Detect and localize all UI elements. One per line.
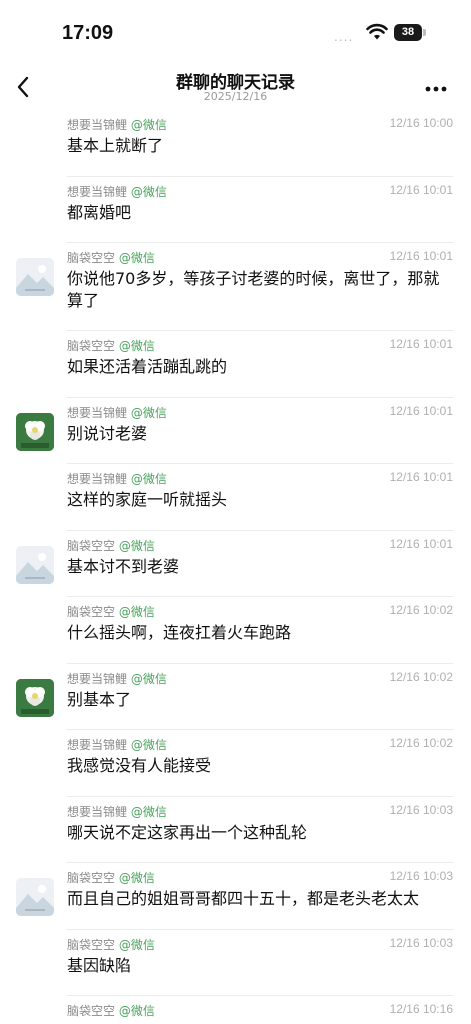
message-text: 别基本了 xyxy=(67,689,132,709)
signal-icon: .... xyxy=(334,30,354,44)
sender-nickname: 想要当锦鲤 xyxy=(67,184,128,199)
message-time: 12/16 10:01 xyxy=(389,249,453,263)
sender-name: 想要当锦鲤 @微信 xyxy=(67,736,167,753)
sender-name: 脑袋空空 @微信 xyxy=(67,337,155,354)
message-text: 你说他70多岁，等孩子讨老婆的时候，离世了，那就算了 xyxy=(67,269,440,310)
sender-source: @微信 xyxy=(118,871,155,885)
sender-nickname: 脑袋空空 xyxy=(67,605,116,619)
message-text: 别说讨老婆 xyxy=(67,423,148,443)
sender-nickname: 想要当锦鲤 xyxy=(67,738,128,752)
sender-nickname: 脑袋空空 xyxy=(67,538,116,553)
message-item[interactable]: 想要当锦鲤 @微信 12/16 10:03 哪天说不定这家再出一个这种乱轮 xyxy=(0,797,471,863)
sender-nickname: 想要当锦鲤 xyxy=(67,671,128,686)
sender-source: @微信 xyxy=(130,738,167,752)
avatar-landscape-icon[interactable] xyxy=(16,878,54,916)
message-time: 12/16 10:01 xyxy=(389,403,453,418)
sender-source: @微信 xyxy=(118,1004,155,1018)
message-item[interactable]: 脑袋空空 @微信 12/16 10:01 你说他70多岁，等孩子讨老婆的时候，离世了… xyxy=(0,243,471,331)
message-text: 哪天说不定这家再出一个这种乱轮 xyxy=(67,822,308,842)
avatar-landscape-icon[interactable] xyxy=(16,545,54,584)
message-time: 12/16 10:02 xyxy=(389,603,453,617)
sender-nickname: 脑袋空空 xyxy=(67,1004,116,1018)
sender-name: 脑袋空空 @微信 xyxy=(67,936,155,953)
wifi-icon xyxy=(366,23,388,40)
message-item[interactable]: 想要当锦鲤 @微信 12/16 10:01 别说讨老婆 xyxy=(0,398,471,464)
sender-source: @微信 xyxy=(130,118,167,132)
message-time: 12/16 10:01 xyxy=(389,470,453,484)
message-item[interactable]: 脑袋空空 @微信 12/16 10:16 xyxy=(0,996,471,1024)
battery-level: 38 xyxy=(394,24,422,41)
sender-source: @微信 xyxy=(118,605,155,619)
message-time: 12/16 10:03 xyxy=(389,869,453,883)
sender-source: @微信 xyxy=(130,405,167,420)
message-time: 12/16 10:03 xyxy=(389,935,453,950)
more-icon[interactable] xyxy=(422,72,450,102)
avatar-landscape-icon[interactable] xyxy=(16,258,54,296)
sender-nickname: 脑袋空空 xyxy=(67,339,116,353)
avatar-flower-icon[interactable] xyxy=(16,678,54,717)
message-text: 都离婚吧 xyxy=(67,202,132,222)
message-item[interactable]: 脑袋空空 @微信 12/16 10:03 基因缺陷 xyxy=(0,930,471,996)
message-time: 12/16 10:01 xyxy=(389,536,453,551)
message-item[interactable]: 想要当锦鲤 @微信 12/16 10:02 我感觉没有人能接受 xyxy=(0,730,471,797)
message-item[interactable]: 想要当锦鲤 @微信 12/16 10:01 这样的家庭一听就摇头 xyxy=(0,464,471,531)
battery-icon: 38 xyxy=(394,24,428,41)
message-text: 基本上就断了 xyxy=(67,136,164,155)
sender-name: 脑袋空空 @微信 xyxy=(67,869,155,886)
message-time: 12/16 10:01 xyxy=(389,182,453,197)
sender-source: @微信 xyxy=(118,937,155,952)
message-item[interactable]: 想要当锦鲤 @微信 12/16 10:00 基本上就断了 xyxy=(0,110,471,177)
sender-name: 想要当锦鲤 @微信 xyxy=(67,183,167,200)
message-item[interactable]: 脑袋空空 @微信 12/16 10:02 什么摇头啊，连夜扛着火车跑路 xyxy=(0,597,471,664)
message-time: 12/16 10:00 xyxy=(389,116,453,130)
message-text: 这样的家庭一听就摇头 xyxy=(67,490,228,509)
sender-name: 脑袋空空 @微信 xyxy=(67,537,155,554)
sender-source: @微信 xyxy=(118,251,155,265)
message-text: 基本讨不到老婆 xyxy=(67,556,180,576)
sender-name: 脑袋空空 @微信 xyxy=(67,1002,155,1019)
status-time: 17:09 xyxy=(62,22,114,44)
sender-source: @微信 xyxy=(130,804,167,819)
sender-source: @微信 xyxy=(118,538,155,553)
message-text: 什么摇头啊，连夜扛着火车跑路 xyxy=(67,623,292,642)
message-item[interactable]: 想要当锦鲤 @微信 12/16 10:01 都离婚吧 xyxy=(0,177,471,243)
message-item[interactable]: 脑袋空空 @微信 12/16 10:03 而且自己的姐姐哥哥都四十五十，都是老头老太… xyxy=(0,863,471,930)
sender-nickname: 想要当锦鲤 xyxy=(67,118,128,132)
sender-nickname: 脑袋空空 xyxy=(67,251,116,265)
message-text: 基因缺陷 xyxy=(67,955,132,975)
message-time: 12/16 10:02 xyxy=(389,669,453,684)
message-item[interactable]: 脑袋空空 @微信 12/16 10:01 如果还活着活蹦乱跳的 xyxy=(0,331,471,398)
message-time: 12/16 10:03 xyxy=(389,802,453,817)
nav-bar: 群聊的聊天记录 2025/12/16 xyxy=(0,66,471,110)
message-text: 而且自己的姐姐哥哥都四十五十，都是老头老太太 xyxy=(67,889,420,908)
sender-name: 脑袋空空 @微信 xyxy=(67,603,155,620)
status-bar: 17:09 .... 38 xyxy=(0,0,471,66)
message-list[interactable]: 想要当锦鲤 @微信 12/16 10:00 基本上就断了 想要当锦鲤 @微信 12/16… xyxy=(0,110,471,1024)
sender-nickname: 想要当锦鲤 xyxy=(67,472,128,486)
sender-nickname: 脑袋空空 xyxy=(67,871,116,885)
page-subtitle: 2025/12/16 xyxy=(203,90,268,103)
message-time: 12/16 10:02 xyxy=(389,736,453,750)
sender-name: 脑袋空空 @微信 xyxy=(67,249,155,266)
sender-source: @微信 xyxy=(130,184,167,199)
sender-name: 想要当锦鲤 @微信 xyxy=(67,670,167,687)
message-text: 如果还活着活蹦乱跳的 xyxy=(67,357,228,376)
sender-source: @微信 xyxy=(130,472,167,486)
sender-nickname: 想要当锦鲤 xyxy=(67,804,128,819)
sender-name: 想要当锦鲤 @微信 xyxy=(67,116,167,133)
avatar-flower-icon[interactable] xyxy=(16,412,54,451)
sender-name: 想要当锦鲤 @微信 xyxy=(67,470,167,487)
sender-source: @微信 xyxy=(130,671,167,686)
message-item[interactable]: 想要当锦鲤 @微信 12/16 10:02 别基本了 xyxy=(0,664,471,730)
sender-name: 想要当锦鲤 @微信 xyxy=(67,803,167,820)
message-text: 我感觉没有人能接受 xyxy=(67,756,212,775)
message-time: 12/16 10:01 xyxy=(389,337,453,351)
sender-nickname: 想要当锦鲤 xyxy=(67,405,128,420)
message-item[interactable]: 脑袋空空 @微信 12/16 10:01 基本讨不到老婆 xyxy=(0,531,471,597)
sender-source: @微信 xyxy=(118,339,155,353)
message-time: 12/16 10:16 xyxy=(389,1002,453,1016)
sender-nickname: 脑袋空空 xyxy=(67,937,116,952)
sender-name: 想要当锦鲤 @微信 xyxy=(67,404,167,421)
